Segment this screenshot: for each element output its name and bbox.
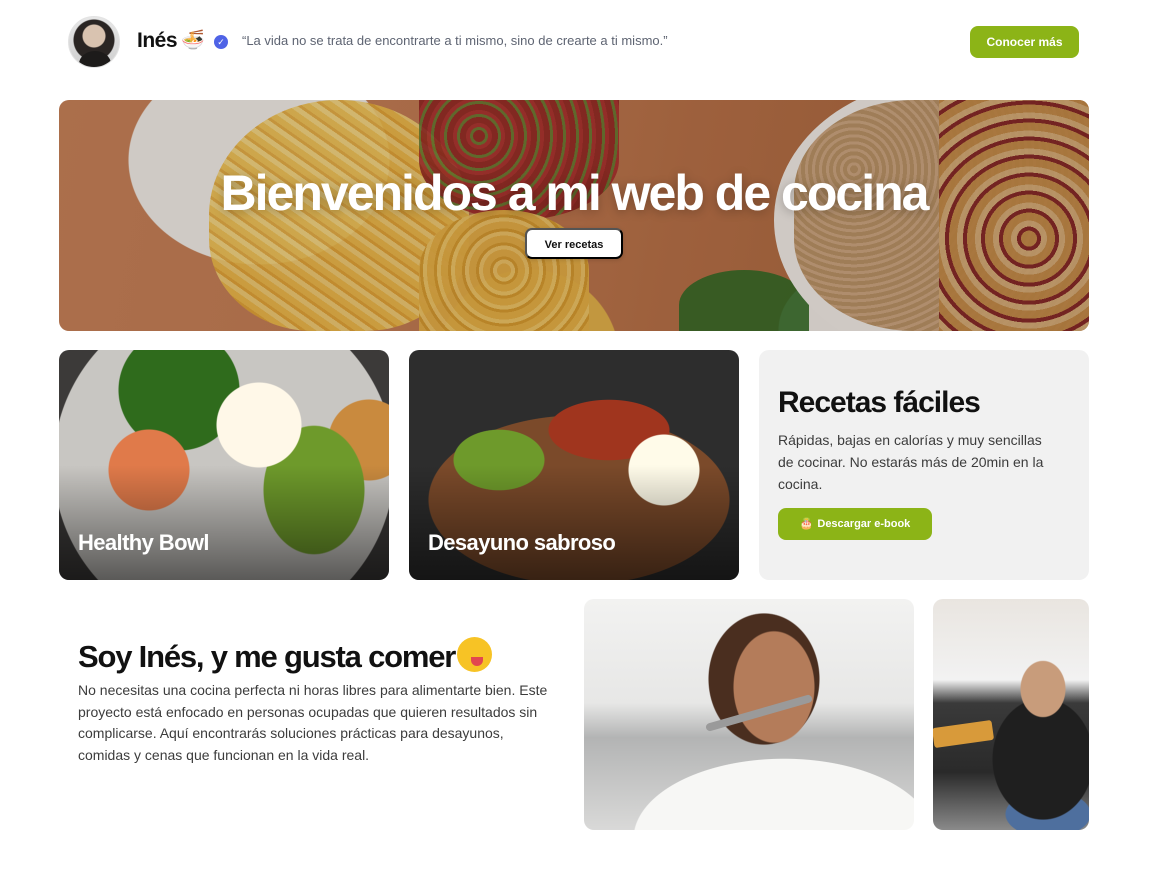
- conocer-mas-button[interactable]: Conocer más: [970, 26, 1079, 58]
- verified-badge-icon: ✓: [214, 35, 228, 49]
- easy-recipes-title: Recetas fáciles: [778, 386, 981, 419]
- baking-tray-shape: [933, 719, 995, 749]
- brand-name[interactable]: Inés: [137, 29, 178, 53]
- about-title: Soy Inés, y me gusta comer: [78, 637, 493, 675]
- about-text: No necesitas una cocina perfecta ni hora…: [78, 682, 548, 763]
- hero-banner: Bienvenidos a mi web de cocina Ver recet…: [59, 100, 1089, 331]
- whisk-shape: [705, 693, 813, 733]
- recipe-card-healthy-bowl[interactable]: Healthy Bowl: [59, 350, 389, 580]
- cake-icon: 🎂: [799, 518, 814, 530]
- site-header: Inés 🍜 ✓ “La vida no se trata de encontr…: [0, 0, 1155, 84]
- easy-recipes-text: Rápidas, bajas en calorías y muy sencill…: [778, 432, 1044, 492]
- download-ebook-button[interactable]: 🎂 Descargar e-book: [778, 508, 932, 540]
- ver-recetas-button[interactable]: Ver recetas: [525, 228, 623, 259]
- card-label: Desayuno sabroso: [428, 530, 616, 555]
- recipe-card-desayuno-sabroso[interactable]: Desayuno sabroso: [409, 350, 739, 580]
- about-title-text: Soy Inés, y me gusta comer: [78, 639, 456, 674]
- noodle-bowl-icon: 🍜: [181, 30, 205, 51]
- photo-oven-baking: [933, 599, 1089, 830]
- yum-face-icon: [457, 637, 493, 672]
- card-label: Healthy Bowl: [78, 530, 210, 555]
- photo-whisk-tasting: [584, 599, 914, 830]
- easy-recipes-card: Recetas fáciles Rápidas, bajas en calorí…: [759, 350, 1089, 580]
- download-ebook-label: Descargar e-book: [817, 518, 911, 530]
- header-quote: “La vida no se trata de encontrarte a ti…: [242, 33, 668, 48]
- avatar[interactable]: [68, 16, 120, 68]
- hero-title: Bienvenidos a mi web de cocina: [220, 165, 930, 221]
